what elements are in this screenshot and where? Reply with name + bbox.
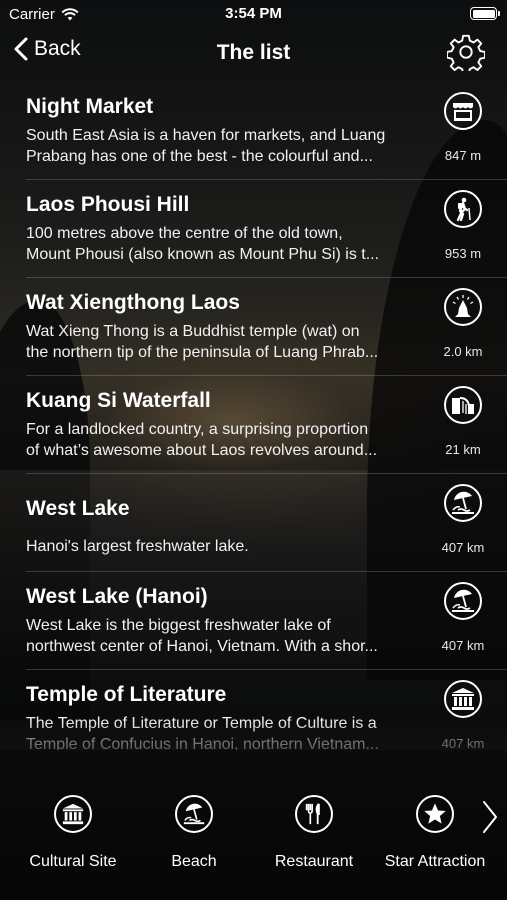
place-name: Night Market: [26, 95, 154, 118]
market-stall-icon: [444, 92, 482, 130]
place-name: West Lake: [26, 497, 130, 520]
star-icon: [416, 795, 454, 833]
distance-label: 2.0 km: [443, 344, 483, 359]
beach-umbrella-icon: [444, 582, 482, 620]
description-line: Mount Phousi (also known as Mount Phu Si…: [26, 246, 380, 263]
hiker-icon: [444, 190, 482, 228]
beach-umbrella-icon: [444, 484, 482, 522]
page-title: The list: [216, 41, 291, 64]
fork-knife-icon: [295, 795, 333, 833]
place-description: For a landlocked country, a surprising p…: [26, 419, 426, 461]
list-item[interactable]: West Lake Hanoi's largest freshwater lak…: [0, 474, 507, 572]
list-item[interactable]: Wat Xiengthong Laos Wat Xieng Thong is a…: [0, 278, 507, 376]
place-name: Temple of Literature: [26, 683, 227, 706]
distance-label: 847 m: [444, 148, 482, 163]
place-description: South East Asia is a haven for markets, …: [26, 125, 426, 167]
description-line: Temple of Confucius in Hanoi, northern V…: [26, 736, 379, 750]
category-star-attraction[interactable]: Star Attraction: [375, 795, 495, 871]
place-description: Hanoi's largest freshwater lake.: [26, 536, 426, 557]
description-line: northwest center of Hanoi, Vietnam. With…: [26, 638, 378, 655]
places-list[interactable]: Night Market South East Asia is a haven …: [0, 82, 507, 750]
list-item[interactable]: Temple of Literature The Temple of Liter…: [0, 670, 507, 750]
list-item[interactable]: Laos Phousi Hill 100 metres above the ce…: [0, 180, 507, 278]
temple-columns-icon: [54, 795, 92, 833]
place-description: The Temple of Literature or Temple of Cu…: [26, 713, 426, 750]
description-line: Prabang has one of the best - the colour…: [26, 148, 373, 165]
description-line: of what’s awesome about Laos revolves ar…: [26, 442, 378, 459]
status-bar: Carrier 3:54 PM: [0, 0, 507, 28]
waterfall-icon: [444, 386, 482, 424]
description-line: South East Asia is a haven for markets, …: [26, 127, 386, 144]
category-beach[interactable]: Beach: [134, 795, 254, 871]
temple-columns-icon: [444, 680, 482, 718]
distance-label: 407 km: [441, 736, 485, 750]
description-line: For a landlocked country, a surprising p…: [26, 421, 369, 438]
beach-umbrella-icon: [175, 795, 213, 833]
chevron-right-icon[interactable]: [479, 799, 501, 835]
description-line: Wat Xieng Thong is a Buddhist temple (wa…: [26, 323, 360, 340]
category-label: Star Attraction: [384, 853, 486, 870]
category-label: Beach: [171, 853, 217, 870]
place-name: Kuang Si Waterfall: [26, 389, 211, 412]
navigation-bar: Back The list: [0, 30, 507, 76]
place-description: West Lake is the biggest freshwater lake…: [26, 615, 426, 657]
description-line: Hanoi's largest freshwater lake.: [26, 538, 249, 555]
praying-hands-icon: [444, 288, 482, 326]
place-name: Wat Xiengthong Laos: [26, 291, 240, 314]
description-line: 100 metres above the centre of the old t…: [26, 225, 343, 242]
category-cultural-site[interactable]: Cultural Site: [13, 795, 133, 871]
category-label: Restaurant: [274, 853, 354, 870]
battery-icon: [470, 7, 500, 20]
distance-label: 407 km: [441, 540, 485, 555]
list-item[interactable]: Kuang Si Waterfall For a landlocked coun…: [0, 376, 507, 474]
list-item[interactable]: West Lake (Hanoi) West Lake is the bigge…: [0, 572, 507, 670]
clock: 3:54 PM: [225, 5, 282, 22]
distance-label: 953 m: [444, 246, 482, 261]
category-label: Cultural Site: [29, 853, 117, 870]
place-description: 100 metres above the centre of the old t…: [26, 223, 426, 265]
description-line: The Temple of Literature or Temple of Cu…: [26, 715, 377, 732]
list-item[interactable]: Night Market South East Asia is a haven …: [0, 82, 507, 180]
distance-label: 407 km: [441, 638, 485, 653]
place-name: West Lake (Hanoi): [26, 585, 208, 608]
place-description: Wat Xieng Thong is a Buddhist temple (wa…: [26, 321, 426, 363]
place-name: Laos Phousi Hill: [26, 193, 190, 216]
gear-icon[interactable]: [447, 33, 485, 71]
category-bar[interactable]: Cultural Site Beach Restaurant Star Attr…: [0, 775, 507, 900]
distance-label: 21 km: [445, 442, 481, 457]
description-line: the northern tip of the peninsula of Lua…: [26, 344, 379, 361]
description-line: West Lake is the biggest freshwater lake…: [26, 617, 331, 634]
category-restaurant[interactable]: Restaurant: [254, 795, 374, 871]
